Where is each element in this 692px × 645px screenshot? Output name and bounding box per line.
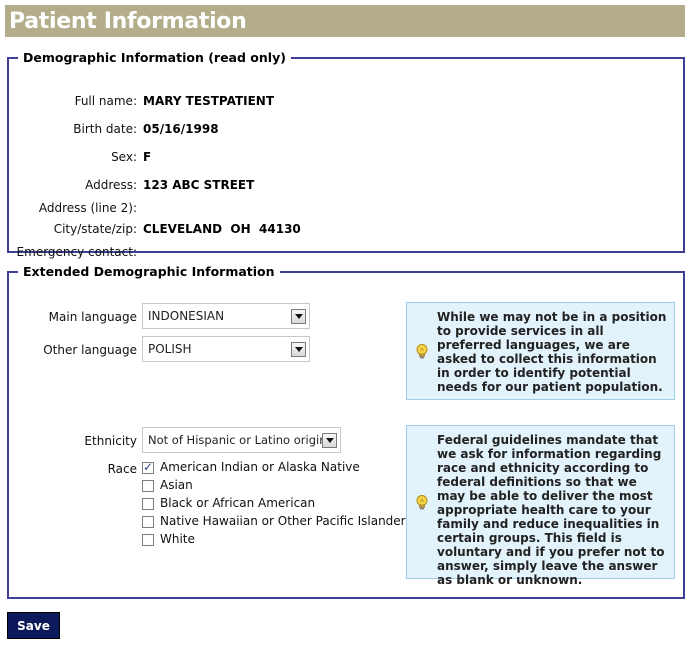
address-value: 123 ABC STREET (143, 178, 255, 192)
sex-value: F (143, 150, 152, 164)
full-name-label: Full name: (74, 94, 137, 108)
address-label: Address: (85, 178, 137, 192)
race-checkbox-black[interactable] (142, 498, 154, 510)
extended-demographic-section: Extended Demographic Information Main la… (7, 264, 685, 599)
race-info-box: Federal guidelines mandate that we ask f… (406, 425, 675, 587)
ethnicity-label: Ethnicity (84, 434, 137, 448)
main-language-select[interactable]: INDONESIAN (142, 303, 310, 329)
address2-label: Address (line 2): (38, 201, 137, 215)
emergency-contact-label: Emergency contact: (16, 245, 137, 259)
city-state-zip-label: City/state/zip: (53, 222, 137, 236)
ethnicity-select[interactable]: Not of Hispanic or Latino origin (142, 427, 341, 453)
language-info-box: While we may not be in a position to pro… (406, 302, 675, 400)
race-option-label: Asian (160, 478, 193, 492)
chevron-down-icon[interactable] (291, 309, 306, 324)
language-info-text: While we may not be in a position to pro… (437, 310, 667, 394)
main-language-value: INDONESIAN (148, 309, 225, 323)
city-state-zip-value: CLEVELAND OH 44130 (143, 222, 301, 236)
extended-legend: Extended Demographic Information (23, 264, 275, 279)
main-language-label: Main language (48, 310, 137, 324)
ethnicity-value: Not of Hispanic or Latino origin (148, 433, 327, 447)
chevron-down-icon[interactable] (291, 342, 306, 357)
race-option-label: American Indian or Alaska Native (160, 460, 360, 474)
birth-date-label: Birth date: (73, 122, 137, 136)
other-language-value: POLISH (148, 342, 192, 356)
race-option-label: Black or African American (160, 496, 316, 510)
page-header: Patient Information (5, 5, 685, 37)
full-name-value: MARY TESTPATIENT (143, 94, 275, 108)
other-language-select[interactable]: POLISH (142, 336, 310, 362)
race-option-label: Native Hawaiian or Other Pacific Islande… (160, 514, 406, 528)
other-language-label: Other language (43, 343, 137, 357)
lightbulb-icon (416, 344, 428, 359)
race-info-text: Federal guidelines mandate that we ask f… (437, 433, 665, 587)
race-label: Race (107, 462, 137, 476)
race-option-label: White (160, 532, 195, 546)
race-checkbox-native-hawaiian[interactable] (142, 516, 154, 528)
sex-label: Sex: (111, 150, 137, 164)
save-button[interactable]: Save (7, 612, 60, 639)
race-checkbox-white[interactable] (142, 534, 154, 546)
birth-date-value: 05/16/1998 (143, 122, 219, 136)
chevron-down-icon[interactable] (322, 433, 337, 448)
race-checkbox-american-indian[interactable] (142, 460, 154, 474)
page-title: Patient Information (9, 9, 247, 34)
race-checkbox-asian[interactable] (142, 480, 154, 492)
demographic-section: Demographic Information (read only) Full… (7, 50, 685, 259)
lightbulb-icon (416, 495, 428, 510)
demographic-legend: Demographic Information (read only) (23, 50, 286, 65)
